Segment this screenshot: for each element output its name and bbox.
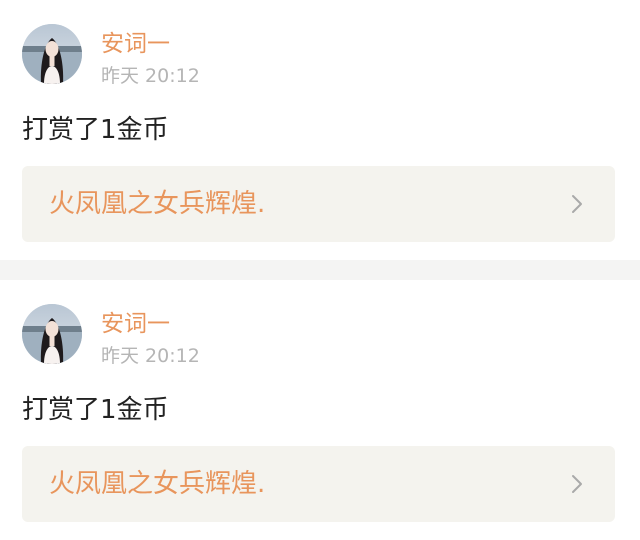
reward-post: 安词一 昨天 20:12 打赏了1金币 火凤凰之女兵辉煌. bbox=[0, 0, 640, 260]
username[interactable]: 安词一 bbox=[101, 30, 170, 58]
avatar[interactable] bbox=[22, 24, 82, 84]
linked-book-card[interactable]: 火凤凰之女兵辉煌. bbox=[22, 166, 615, 242]
username[interactable]: 安词一 bbox=[101, 310, 170, 338]
linked-book-title: 火凤凰之女兵辉煌. bbox=[49, 189, 266, 219]
linked-book-card[interactable]: 火凤凰之女兵辉煌. bbox=[22, 446, 615, 522]
reward-feed: 安词一 昨天 20:12 打赏了1金币 火凤凰之女兵辉煌. 安词一 昨天 20:… bbox=[0, 0, 640, 540]
section-divider bbox=[0, 260, 640, 280]
chevron-right-icon bbox=[567, 194, 587, 214]
timestamp: 昨天 20:12 bbox=[101, 65, 200, 87]
chevron-right-icon bbox=[567, 474, 587, 494]
message-text: 打赏了1金币 bbox=[22, 115, 169, 145]
message-text: 打赏了1金币 bbox=[22, 395, 169, 425]
avatar[interactable] bbox=[22, 304, 82, 364]
reward-post: 安词一 昨天 20:12 打赏了1金币 火凤凰之女兵辉煌. bbox=[0, 280, 640, 540]
linked-book-title: 火凤凰之女兵辉煌. bbox=[49, 469, 266, 499]
timestamp: 昨天 20:12 bbox=[101, 345, 200, 367]
